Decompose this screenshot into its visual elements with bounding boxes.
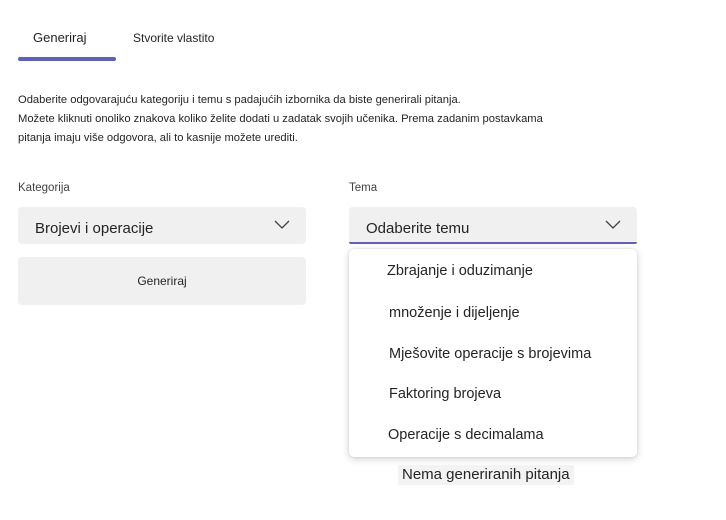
generate-button[interactable]: Generiraj (18, 257, 306, 305)
instructions-line-2: Možete kliknuti onoliko znakova koliko ž… (18, 113, 543, 125)
chevron-down-icon (605, 220, 621, 229)
chevron-down-icon (274, 220, 290, 229)
tab-generate[interactable]: Generiraj (33, 30, 86, 45)
topic-option[interactable]: Operacije s decimalama (349, 417, 637, 457)
topic-dropdown-menu: Zbrajanje i oduzimanje množenje i dijelj… (349, 249, 637, 457)
topic-option[interactable]: Zbrajanje i oduzimanje (349, 253, 637, 293)
topic-option[interactable]: Mješovite operacije s brojevima (349, 336, 637, 376)
instructions-text: Odaberite odgovarajuću kategoriju i temu… (18, 91, 618, 148)
instructions-line-1: Odaberite odgovarajuću kategoriju i temu… (18, 94, 461, 106)
category-dropdown[interactable]: Brojevi i operacije (18, 207, 306, 244)
topic-dropdown[interactable]: Odaberite temu (349, 207, 637, 244)
active-tab-indicator (18, 57, 116, 61)
topic-selected-value: Odaberite temu (366, 220, 470, 237)
topic-label: Tema (349, 182, 378, 194)
category-selected-value: Brojevi i operacije (35, 220, 154, 237)
topic-option[interactable]: Faktoring brojeva (349, 376, 637, 416)
tab-create-own[interactable]: Stvorite vlastito (133, 31, 214, 45)
empty-state-message: Nema generiranih pitanja (398, 465, 574, 485)
topic-option[interactable]: množenje i dijeljenje (349, 295, 637, 335)
category-label: Kategorija (18, 182, 70, 194)
instructions-line-3: pitanja imaju više odgovora, ali to kasn… (18, 132, 298, 144)
